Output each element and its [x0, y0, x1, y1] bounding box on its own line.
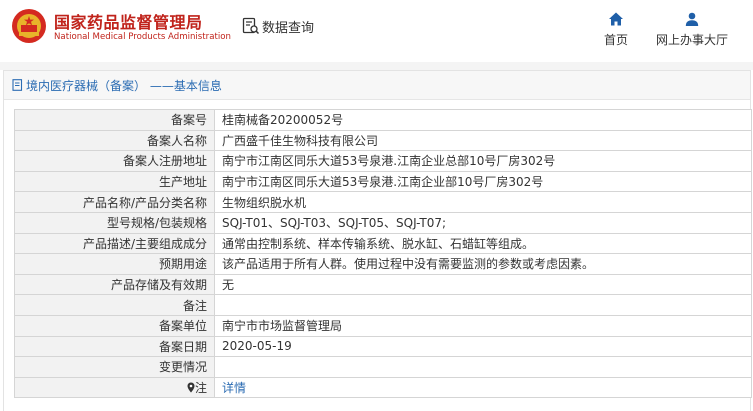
- data-query-label: 数据查询: [262, 20, 315, 36]
- field-label: 备案单位: [14, 314, 215, 337]
- field-label: 备案日期: [14, 335, 215, 358]
- table-row: 备案人名称 广西盛千佳生物科技有限公司: [14, 129, 752, 152]
- table-row: 生产地址 南宁市江南区同乐大道53号泉港.江南企业部10号厂房302号: [14, 170, 752, 193]
- field-label: 注: [194, 381, 207, 396]
- field-label: 备案号: [14, 109, 215, 131]
- field-value: 南宁市市场监督管理局: [214, 314, 752, 337]
- field-label: 备案人名称: [14, 129, 215, 152]
- header-divider: [0, 62, 753, 70]
- field-label: 产品名称/产品分类名称: [14, 191, 215, 213]
- brand-name-cn: 国家药品监督管理局: [54, 13, 203, 32]
- field-label: 备注: [14, 294, 215, 316]
- field-value: 南宁市江南区同乐大道53号泉港.江南企业部10号厂房302号: [214, 170, 752, 193]
- table-row: 产品存储及有效期 无: [14, 273, 752, 296]
- table-row: 备案号 桂南械备20200052号: [14, 109, 752, 131]
- brand-name-en: National Medical Products Administration: [54, 32, 231, 42]
- table-row: 产品描述/主要组成成分 通常由控制系统、样本传输系统、脱水缸、石蜡缸等组成。: [14, 232, 752, 255]
- table-row: 变更情况: [14, 356, 752, 378]
- field-label: 型号规格/包装规格: [14, 211, 215, 234]
- table-row: 备案日期 2020-05-19: [14, 335, 752, 358]
- field-label: 产品描述/主要组成成分: [14, 232, 215, 255]
- field-label: 生产地址: [14, 170, 215, 193]
- user-icon: [685, 12, 699, 26]
- table-row: 预期用途 该产品适用于所有人群。使用过程中没有需要监测的参数或考虑因素。: [14, 253, 752, 275]
- field-value: 通常由控制系统、样本传输系统、脱水缸、石蜡缸等组成。: [214, 232, 752, 255]
- nav-online-office-label: 网上办事大厅: [655, 33, 728, 47]
- breadcrumb: 境内医疗器械（备案） ——基本信息: [4, 71, 750, 100]
- field-value: [214, 356, 752, 378]
- breadcrumb-text: 境内医疗器械（备案） ——基本信息: [26, 78, 222, 93]
- table-row: 型号规格/包装规格 SQJ-T01、SQJ-T03、SQJ-T05、SQJ-T0…: [14, 211, 752, 234]
- nav-online-office[interactable]: 网上办事大厅: [652, 11, 732, 51]
- field-value: 该产品适用于所有人群。使用过程中没有需要监测的参数或考虑因素。: [214, 253, 752, 275]
- detail-panel: 境内医疗器械（备案） ——基本信息 备案号 桂南械备20200052号 备案人名…: [3, 70, 752, 411]
- field-value: 广西盛千佳生物科技有限公司: [214, 129, 752, 152]
- field-label: 产品存储及有效期: [14, 273, 215, 296]
- table-row: 备注: [14, 294, 752, 316]
- field-value: 2020-05-19: [214, 335, 752, 358]
- table-row: 备案单位 南宁市市场监督管理局: [14, 314, 752, 337]
- site-header: 国家药品监督管理局 National Medical Products Admi…: [0, 0, 753, 62]
- field-value: [214, 294, 752, 316]
- field-label: 预期用途: [14, 253, 215, 275]
- home-icon: [609, 12, 623, 26]
- field-label: 备案人注册地址: [14, 150, 215, 172]
- field-value: 无: [214, 273, 752, 296]
- location-pin-icon: [187, 382, 195, 393]
- field-value: SQJ-T01、SQJ-T03、SQJ-T05、SQJ-T07;: [214, 211, 752, 234]
- note-label-cell: 注: [14, 376, 215, 399]
- table-row: 产品名称/产品分类名称 生物组织脱水机: [14, 191, 752, 213]
- nav-home-label: 首页: [603, 33, 628, 47]
- data-query-link[interactable]: 数据查询: [242, 16, 314, 36]
- field-value: 桂南械备20200052号: [214, 109, 752, 131]
- national-emblem-icon: [12, 9, 46, 43]
- document-icon: [12, 79, 23, 91]
- record-table: 备案号 桂南械备20200052号 备案人名称 广西盛千佳生物科技有限公司 备案…: [14, 109, 752, 399]
- field-label: 变更情况: [14, 356, 215, 378]
- table-row: 备案人注册地址 南宁市江南区同乐大道53号泉港.江南企业总部10号厂房302号: [14, 150, 752, 172]
- field-value: 南宁市江南区同乐大道53号泉港.江南企业总部10号厂房302号: [214, 150, 752, 172]
- details-link[interactable]: 详情: [222, 381, 246, 395]
- table-row: 注 详情: [14, 376, 752, 399]
- data-query-icon: [242, 17, 260, 35]
- nav-home[interactable]: 首页: [598, 11, 634, 51]
- field-value: 详情: [214, 376, 752, 399]
- field-value: 生物组织脱水机: [214, 191, 752, 213]
